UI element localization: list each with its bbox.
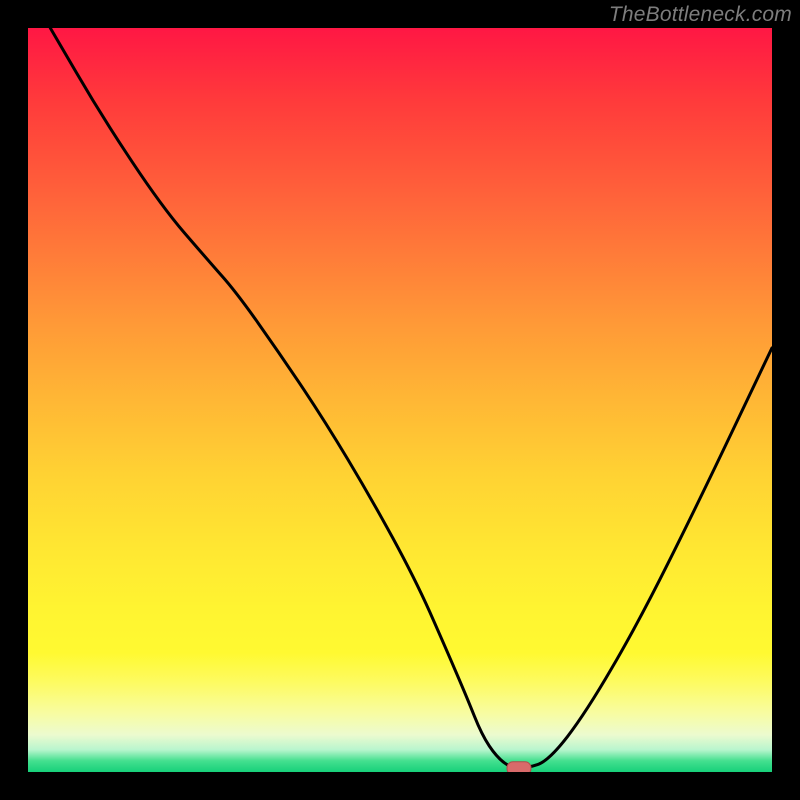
chart-frame: TheBottleneck.com: [0, 0, 800, 800]
optimal-point-icon: [507, 762, 531, 772]
plot-area: [28, 28, 772, 772]
watermark-text: TheBottleneck.com: [609, 3, 792, 27]
optimal-marker: [507, 762, 531, 772]
bottleneck-curve: [50, 28, 772, 768]
curve-layer: [28, 28, 772, 772]
bottleneck-curve-path: [50, 28, 772, 768]
